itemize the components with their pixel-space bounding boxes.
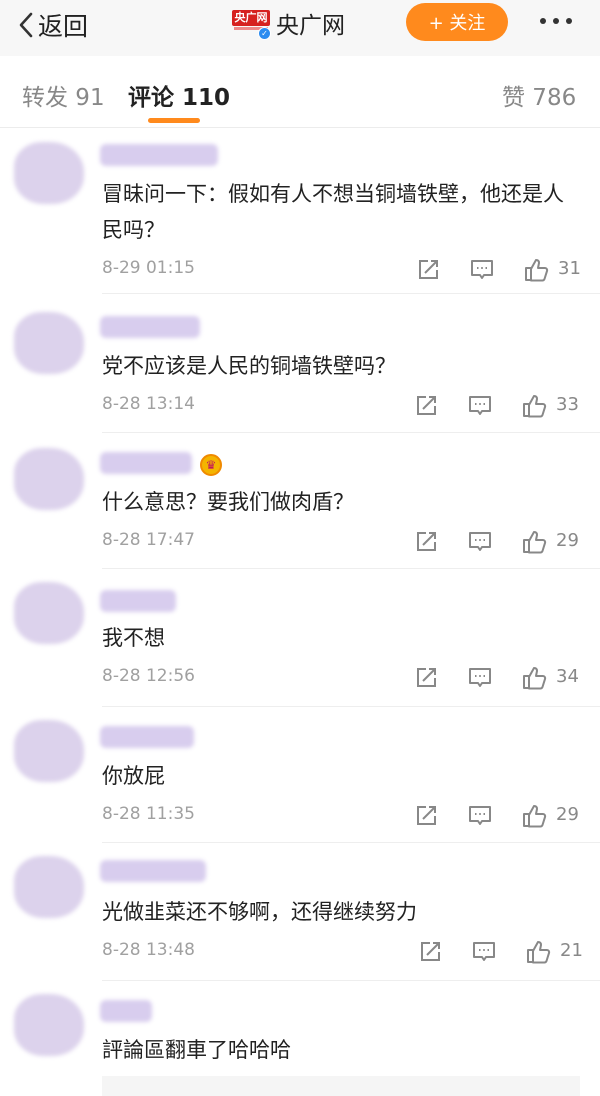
vip-crown-icon: ♛	[200, 454, 222, 476]
dot	[540, 18, 546, 24]
like-icon[interactable]	[520, 664, 548, 692]
tab-comments[interactable]: 评论 110	[128, 78, 230, 112]
username-redacted[interactable]	[100, 726, 194, 748]
comment-item: 你放屁 8-28 11:35 29	[0, 706, 600, 843]
like-count: 29	[556, 804, 579, 825]
username-redacted[interactable]	[100, 860, 206, 882]
comment-icon[interactable]	[466, 392, 494, 420]
avatar[interactable]	[14, 142, 84, 204]
username-redacted[interactable]	[100, 452, 192, 474]
comment-text: 光做韭菜还不够啊，还得继续努力	[102, 900, 417, 924]
account-logo: 央广网 ✓	[232, 6, 271, 40]
comment-item: 党不应该是人民的铜墙铁壁吗？ 8-28 13:14 33	[0, 296, 600, 433]
repost-icon[interactable]	[416, 938, 444, 966]
comment-meta: 8-29 01:15 31	[102, 256, 592, 284]
comment-icon[interactable]	[466, 802, 494, 830]
username-redacted[interactable]	[100, 1000, 152, 1022]
repost-icon[interactable]	[414, 256, 442, 284]
comment-item: 冒昧问一下：假如有人不想当铜墙铁壁，他还是人民吗？ 8-29 01:15 31	[0, 128, 600, 294]
like-count: 31	[558, 258, 581, 279]
avatar[interactable]	[14, 856, 84, 918]
comment-icon[interactable]	[466, 664, 494, 692]
comment-text: 你放屁	[102, 764, 165, 788]
tab-likes[interactable]: 赞 786	[502, 78, 576, 112]
comment-item: 我不想 8-28 12:56 34	[0, 568, 600, 707]
like-count: 33	[556, 394, 579, 415]
verified-icon: ✓	[258, 27, 271, 40]
repost-icon[interactable]	[412, 392, 440, 420]
active-tab-indicator	[148, 118, 200, 123]
repost-icon[interactable]	[412, 664, 440, 692]
divider	[102, 293, 600, 294]
avatar[interactable]	[14, 720, 84, 782]
back-chevron-icon	[19, 12, 33, 38]
avatar[interactable]	[14, 582, 84, 644]
like-icon[interactable]	[520, 392, 548, 420]
account-header[interactable]: 央广网 ✓ 央广网	[232, 6, 345, 40]
comment-icon[interactable]	[468, 256, 496, 284]
comment-icon[interactable]	[470, 938, 498, 966]
avatar[interactable]	[14, 312, 84, 374]
back-label: 返回	[38, 12, 89, 41]
like-icon[interactable]	[524, 938, 552, 966]
comment-icon[interactable]	[466, 528, 494, 556]
repost-icon[interactable]	[412, 802, 440, 830]
comment-item: ♛ 什么意思？要我们做肉盾？ 8-28 17:47 29	[0, 432, 600, 569]
tab-bar: 转发 91 评论 110 赞 786	[0, 56, 600, 128]
comment-meta: 8-28 13:48 21	[102, 938, 592, 966]
back-button[interactable]: 返回	[18, 8, 88, 42]
like-icon[interactable]	[520, 528, 548, 556]
comment-item: 光做韭菜还不够啊，还得继续努力 8-28 13:48 21	[0, 842, 600, 981]
comment-time: 8-28 12:56	[102, 666, 195, 686]
dot	[553, 18, 559, 24]
comment-time: 8-28 13:48	[102, 940, 195, 960]
more-dots-icon[interactable]	[540, 18, 572, 24]
username-redacted[interactable]	[100, 144, 218, 166]
comment-text: 我不想	[102, 626, 165, 650]
follow-button[interactable]: + 关注	[406, 3, 508, 41]
repost-icon[interactable]	[412, 528, 440, 556]
avatar[interactable]	[14, 994, 84, 1056]
top-nav-bar: 返回 央广网 ✓ 央广网 + 关注	[0, 0, 600, 56]
comment-meta: 8-28 13:14 33	[102, 392, 592, 420]
logo-text: 央广网	[232, 10, 270, 26]
like-count: 34	[556, 666, 579, 687]
comment-time: 8-28 17:47	[102, 530, 195, 550]
like-count: 29	[556, 530, 579, 551]
comment-text: 党不应该是人民的铜墙铁壁吗？	[102, 354, 396, 378]
username-redacted[interactable]	[100, 316, 200, 338]
comment-time: 8-28 13:14	[102, 394, 195, 414]
comment-time: 8-29 01:15	[102, 258, 195, 278]
comment-meta: 8-28 12:56 34	[102, 664, 592, 692]
next-item-edge	[102, 1076, 580, 1096]
comment-meta: 8-28 17:47 29	[102, 528, 592, 556]
comment-time: 8-28 11:35	[102, 804, 195, 824]
like-icon[interactable]	[520, 802, 548, 830]
comment-item: 評論區翻車了哈哈哈	[0, 980, 600, 1076]
dot	[566, 18, 572, 24]
comment-text: 什么意思？要我们做肉盾？	[102, 490, 354, 514]
comment-meta: 8-28 11:35 29	[102, 802, 592, 830]
comment-text: 評論區翻車了哈哈哈	[102, 1038, 291, 1062]
account-name: 央广网	[276, 13, 345, 39]
like-count: 21	[560, 940, 583, 961]
like-icon[interactable]	[522, 256, 550, 284]
comment-text: 冒昧问一下：假如有人不想当铜墙铁壁，他还是人民吗？	[102, 182, 564, 242]
username-redacted[interactable]	[100, 590, 176, 612]
avatar[interactable]	[14, 448, 84, 510]
tab-repost[interactable]: 转发 91	[22, 78, 105, 112]
